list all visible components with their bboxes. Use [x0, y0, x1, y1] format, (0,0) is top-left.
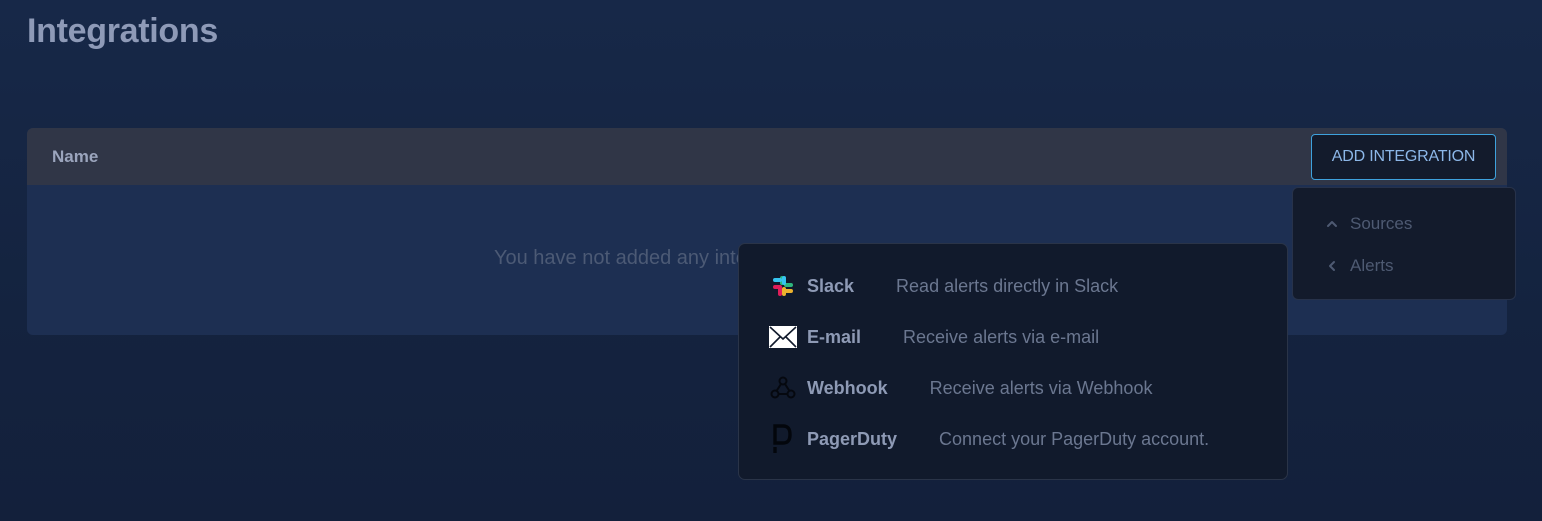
menu-item-alerts[interactable]: Alerts — [1325, 256, 1393, 276]
page-title: Integrations — [27, 12, 218, 50]
menu-item-sources[interactable]: Sources — [1325, 214, 1412, 234]
integrations-page: Integrations Name You have not added any… — [0, 0, 1542, 521]
slack-icon — [769, 272, 797, 300]
pagerduty-icon — [769, 424, 797, 453]
dropdown-item-slack[interactable]: Slack Read alerts directly in Slack — [769, 272, 1118, 300]
menu-item-label: Sources — [1350, 214, 1413, 233]
envelope-icon — [769, 323, 797, 351]
integration-name: PagerDuty — [807, 428, 898, 449]
column-header-name[interactable]: Name — [52, 147, 98, 167]
dropdown-item-webhook[interactable]: Webhook Receive alerts via Webhook — [769, 374, 1152, 402]
integration-description: Receive alerts via e-mail — [903, 326, 1100, 347]
menu-item-label: Alerts — [1350, 256, 1394, 275]
integration-name: Slack — [807, 275, 855, 296]
integration-name: E-mail — [807, 326, 862, 347]
integration-category-menu: Sources Alerts — [1292, 187, 1516, 300]
add-integration-button[interactable]: ADD INTEGRATION — [1311, 134, 1496, 180]
table-header: Name — [27, 128, 1507, 185]
integration-name: Webhook — [807, 377, 888, 398]
integration-description: Receive alerts via Webhook — [929, 377, 1153, 398]
integration-description: Read alerts directly in Slack — [896, 275, 1119, 296]
alert-integrations-dropdown: Slack Read alerts directly in Slack E-ma… — [738, 243, 1288, 480]
integration-description: Connect your PagerDuty account. — [939, 428, 1210, 449]
dropdown-item-email[interactable]: E-mail Receive alerts via e-mail — [769, 323, 1099, 351]
webhook-icon — [769, 374, 797, 402]
chevron-up-icon — [1327, 221, 1337, 227]
chevron-left-icon — [1329, 261, 1335, 271]
dropdown-item-pagerduty[interactable]: PagerDuty Connect your PagerDuty account… — [769, 424, 1210, 453]
